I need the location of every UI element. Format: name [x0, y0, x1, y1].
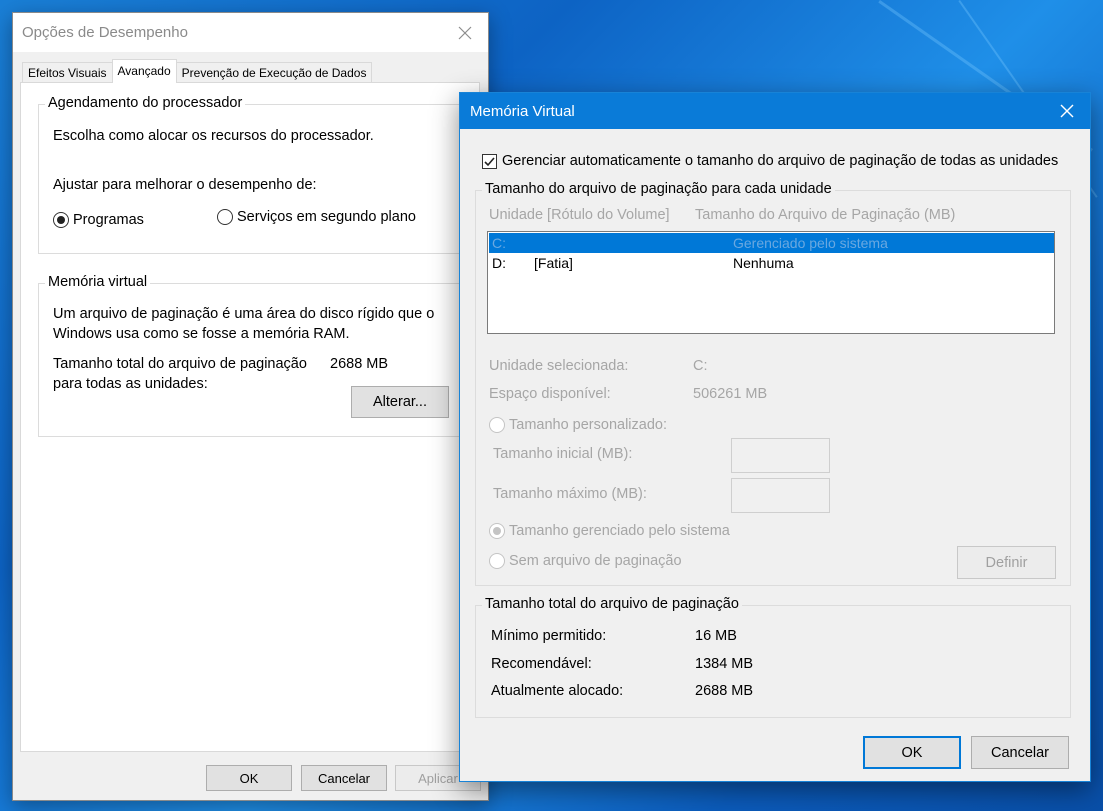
- tab-strip: Efeitos Visuais Avançado Prevenção de Ex…: [22, 59, 373, 83]
- drive-size: Gerenciado pelo sistema: [733, 235, 888, 251]
- ok-button[interactable]: OK: [863, 736, 961, 769]
- available-space-value: 506261 MB: [693, 386, 768, 402]
- initial-size-label: Tamanho inicial (MB):: [493, 446, 633, 462]
- virtual-memory-group: Memória virtual Um arquivo de paginação …: [38, 274, 484, 437]
- recommended-label: Recomendável:: [491, 656, 592, 672]
- programs-radio[interactable]: [53, 212, 69, 228]
- performance-options-window: Opções de Desempenho Efeitos Visuais Ava…: [12, 12, 489, 801]
- advanced-tab-panel: Agendamento do processador Escolha como …: [20, 82, 484, 752]
- group-title: Tamanho total do arquivo de paginação: [482, 596, 742, 612]
- drive-size: Nenhuma: [733, 255, 794, 271]
- tab-advanced[interactable]: Avançado: [111, 59, 177, 83]
- group-title: Tamanho do arquivo de paginação para cad…: [482, 181, 835, 197]
- title-bar: Memória Virtual: [460, 93, 1090, 129]
- drive-letter: D:: [492, 255, 506, 271]
- recommended-value: 1384 MB: [695, 656, 754, 672]
- checkmark-icon: [484, 157, 495, 167]
- total-paging-value: 2688 MB: [330, 356, 389, 372]
- total-paging-label-line2: para todas as unidades:: [53, 376, 208, 392]
- virtual-memory-window: Memória Virtual Gerenciar automaticament…: [459, 92, 1091, 782]
- change-button[interactable]: Alterar...: [351, 386, 449, 418]
- window-title: Opções de Desempenho: [22, 24, 188, 41]
- initial-size-input[interactable]: [731, 438, 830, 473]
- window-title: Memória Virtual: [470, 103, 575, 120]
- drive-row[interactable]: C: Gerenciado pelo sistema: [489, 233, 1054, 253]
- vmem-description-line2: Windows usa como se fosse a memória RAM.: [53, 326, 350, 342]
- group-title: Agendamento do processador: [45, 95, 246, 111]
- auto-manage-checkbox[interactable]: [482, 154, 497, 169]
- total-paging-group: Tamanho total do arquivo de paginação Mí…: [475, 596, 1071, 718]
- system-managed-radio[interactable]: [489, 523, 505, 539]
- background-services-label[interactable]: Serviços em segundo plano: [237, 209, 416, 225]
- custom-size-radio[interactable]: [489, 417, 505, 433]
- scheduling-description: Escolha como alocar os recursos do proce…: [53, 128, 374, 144]
- custom-size-label[interactable]: Tamanho personalizado:: [509, 417, 667, 433]
- auto-manage-label[interactable]: Gerenciar automaticamente o tamanho do a…: [502, 153, 1058, 169]
- set-button[interactable]: Definir: [957, 546, 1056, 579]
- currently-allocated-label: Atualmente alocado:: [491, 683, 624, 699]
- title-bar: Opções de Desempenho: [13, 13, 488, 52]
- vmem-description-line1: Um arquivo de paginação é uma área do di…: [53, 306, 435, 322]
- close-icon[interactable]: [1044, 95, 1090, 127]
- programs-label[interactable]: Programas: [73, 212, 144, 228]
- system-managed-label[interactable]: Tamanho gerenciado pelo sistema: [509, 523, 730, 539]
- max-size-input[interactable]: [731, 478, 830, 513]
- background-services-radio[interactable]: [217, 209, 233, 225]
- per-drive-group: Tamanho do arquivo de paginação para cad…: [475, 181, 1071, 586]
- processor-scheduling-group: Agendamento do processador Escolha como …: [38, 95, 484, 254]
- minimum-allowed-label: Mínimo permitido:: [491, 628, 607, 644]
- adjust-label: Ajustar para melhorar o desempenho de:: [53, 177, 317, 193]
- group-title: Memória virtual: [45, 274, 151, 290]
- drive-letter: C:: [492, 235, 506, 251]
- close-icon[interactable]: [442, 17, 488, 49]
- no-paging-label[interactable]: Sem arquivo de paginação: [509, 553, 682, 569]
- currently-allocated-value: 2688 MB: [695, 683, 754, 699]
- cancel-button[interactable]: Cancelar: [971, 736, 1069, 769]
- max-size-label: Tamanho máximo (MB):: [493, 486, 647, 502]
- column-header-drive: Unidade [Rótulo do Volume]: [489, 207, 670, 223]
- ok-button[interactable]: OK: [206, 765, 292, 791]
- total-paging-label: Tamanho total do arquivo de paginação: [53, 356, 307, 372]
- tab-visual-effects[interactable]: Efeitos Visuais: [22, 62, 113, 83]
- cancel-button[interactable]: Cancelar: [301, 765, 387, 791]
- column-header-size: Tamanho do Arquivo de Paginação (MB): [695, 207, 956, 223]
- no-paging-radio[interactable]: [489, 553, 505, 569]
- selected-drive-label: Unidade selecionada:: [489, 358, 629, 374]
- drive-label: [Fatia]: [534, 255, 573, 271]
- available-space-label: Espaço disponível:: [489, 386, 611, 402]
- drive-row[interactable]: D: [Fatia] Nenhuma: [489, 253, 1054, 273]
- drive-list[interactable]: C: Gerenciado pelo sistema D: [Fatia] Ne…: [487, 231, 1055, 334]
- minimum-allowed-value: 16 MB: [695, 628, 737, 644]
- dialog-body: Efeitos Visuais Avançado Prevenção de Ex…: [13, 52, 488, 800]
- tab-data-execution-prevention[interactable]: Prevenção de Execução de Dados: [175, 62, 373, 83]
- selected-drive-value: C:: [693, 358, 708, 374]
